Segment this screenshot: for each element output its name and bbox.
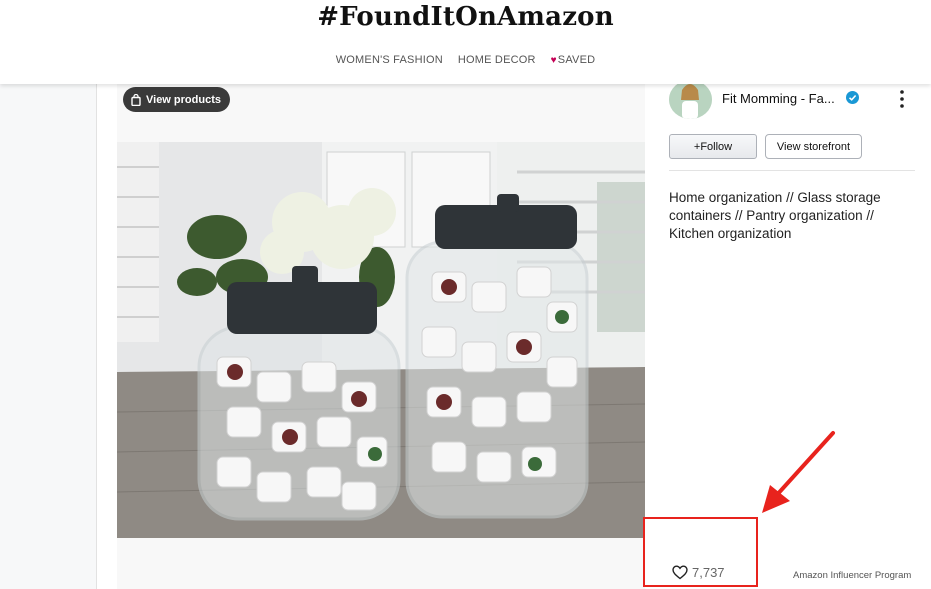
product-photo[interactable]: [117, 142, 645, 538]
heart-icon: ♥: [550, 55, 557, 66]
view-products-label: View products: [146, 93, 221, 106]
annotation-highlight-box: [643, 517, 758, 587]
creator-avatar[interactable]: [669, 80, 712, 119]
shopping-bag-icon: [131, 93, 141, 106]
view-storefront-button[interactable]: View storefront: [765, 134, 862, 159]
nav-saved[interactable]: ♥SAVED: [551, 54, 596, 66]
site-header: #FoundItOnAmazon WOMEN'S FASHION HOME DE…: [0, 0, 931, 84]
creator-name[interactable]: Fit Momming - Fa...: [722, 91, 835, 106]
more-options-icon[interactable]: [896, 88, 908, 110]
nav-womens-fashion[interactable]: WOMEN'S FASHION: [336, 54, 443, 66]
nav-home-decor[interactable]: HOME DECOR: [458, 54, 536, 66]
nav-saved-label: SAVED: [557, 54, 596, 66]
brand-title[interactable]: #FoundItOnAmazon: [0, 2, 931, 32]
panel-divider: [669, 170, 915, 171]
verified-badge-icon: [846, 91, 859, 104]
follow-button[interactable]: +Follow: [669, 134, 757, 159]
annotation-arrow-icon: [762, 431, 835, 513]
post-description: Home organization // Glass storage conta…: [669, 190, 881, 241]
left-gutter: [0, 84, 97, 589]
view-products-button[interactable]: View products: [123, 87, 230, 112]
influencer-program-label[interactable]: Amazon Influencer Program: [793, 570, 911, 581]
post-media: View products: [117, 84, 645, 589]
top-nav: WOMEN'S FASHION HOME DECOR ♥SAVED: [0, 54, 931, 66]
